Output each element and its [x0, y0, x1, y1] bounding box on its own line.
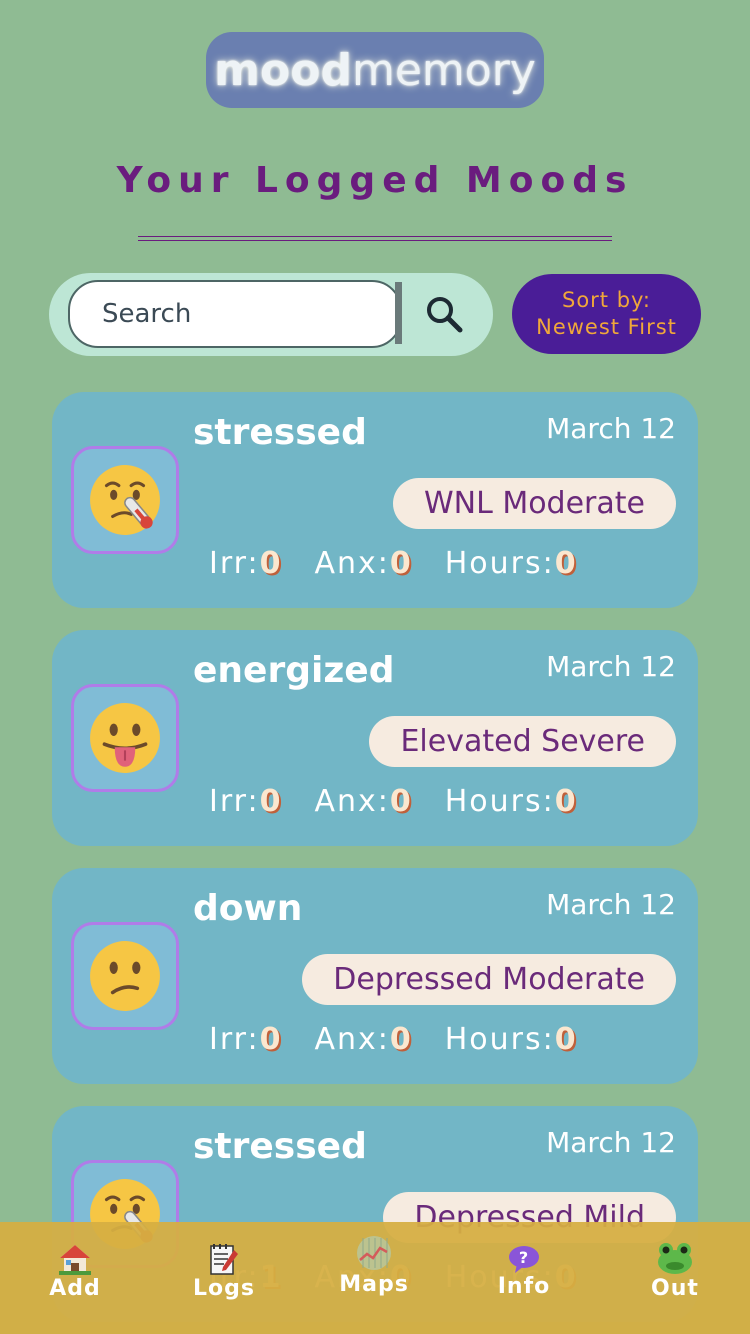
nav-add-label: Add — [49, 1276, 101, 1301]
logo-bold-text: mood — [214, 44, 352, 96]
logo-light-text: memory — [351, 44, 536, 96]
irr-label: Irr: — [209, 1022, 260, 1057]
anx-value: 0 — [389, 784, 413, 819]
entry-stats: Irr:0 Anx:0 Hours:0 — [209, 784, 578, 819]
mood-entry-card[interactable]: stressed March 12 WNL Moderate Irr:0 Anx:0 Ho… — [52, 392, 698, 608]
app-logo: mood memory — [206, 32, 544, 108]
chart-map-icon — [324, 1236, 424, 1272]
anx-label: Anx: — [314, 784, 390, 819]
mood-name: stressed — [193, 412, 367, 453]
anx-value: 0 — [389, 1022, 413, 1057]
entry-date: March 12 — [546, 650, 676, 683]
frog-icon — [625, 1238, 725, 1276]
hours-label: Hours: — [444, 546, 555, 581]
entry-date: March 12 — [546, 1126, 676, 1159]
anx-value: 0 — [389, 546, 413, 581]
irr-label: Irr: — [209, 546, 260, 581]
entry-date: March 12 — [546, 888, 676, 921]
search-bar — [49, 273, 493, 356]
confused-face-icon — [71, 922, 179, 1030]
entry-stats: Irr:0 Anx:0 Hours:0 — [209, 1022, 578, 1057]
sort-label: Sort by: — [561, 288, 652, 312]
irr-value: 0 — [259, 1022, 283, 1057]
anx-label: Anx: — [314, 546, 390, 581]
question-bubble-icon: ? — [474, 1238, 574, 1274]
search-input[interactable] — [68, 280, 402, 348]
hours-label: Hours: — [444, 1022, 555, 1057]
nav-out[interactable]: Out — [625, 1238, 725, 1301]
notepad-icon — [174, 1240, 274, 1276]
irr-label: Irr: — [209, 784, 260, 819]
tongue-out-face-icon — [71, 684, 179, 792]
bottom-nav: Add Logs Maps ? Info Out — [0, 1222, 750, 1334]
mood-level-badge: Depressed Moderate — [302, 954, 676, 1005]
nav-maps-label: Maps — [339, 1272, 409, 1297]
entry-date: March 12 — [546, 412, 676, 445]
nav-info-label: Info — [497, 1274, 551, 1299]
irr-value: 0 — [259, 546, 283, 581]
anx-label: Anx: — [314, 1022, 390, 1057]
mood-name: down — [193, 888, 303, 929]
mood-entry-card[interactable]: down March 12 Depressed Moderate Irr:0 Anx:0… — [52, 868, 698, 1084]
nav-logs[interactable]: Logs — [174, 1240, 274, 1301]
nav-out-label: Out — [651, 1276, 699, 1301]
mood-level-badge: WNL Moderate — [392, 478, 676, 529]
hours-value: 0 — [554, 1022, 578, 1057]
hours-label: Hours: — [444, 784, 555, 819]
nav-logs-label: Logs — [193, 1276, 255, 1301]
irr-value: 0 — [259, 784, 283, 819]
house-icon — [25, 1240, 125, 1276]
sort-value: Newest First — [536, 315, 677, 339]
text-cursor — [395, 282, 402, 344]
mood-entry-card[interactable]: energized March 12 Elevated Severe Irr:0 Anx… — [52, 630, 698, 846]
title-divider — [138, 236, 612, 241]
mood-level-badge: Elevated Severe — [369, 716, 676, 767]
nav-info[interactable]: ? Info — [474, 1238, 574, 1299]
mood-name: energized — [193, 650, 395, 691]
page-title: Your Logged Moods — [116, 160, 634, 201]
hours-value: 0 — [554, 784, 578, 819]
nav-maps[interactable]: Maps — [324, 1236, 424, 1297]
entry-stats: Irr:0 Anx:0 Hours:0 — [209, 546, 578, 581]
sort-button[interactable]: Sort by: Newest First — [512, 274, 701, 354]
nav-add[interactable]: Add — [25, 1240, 125, 1301]
mood-name: stressed — [193, 1126, 367, 1167]
search-icon[interactable] — [421, 291, 467, 337]
svg-text:?: ? — [519, 1248, 529, 1267]
thermometer-face-icon — [71, 446, 179, 554]
hours-value: 0 — [554, 546, 578, 581]
